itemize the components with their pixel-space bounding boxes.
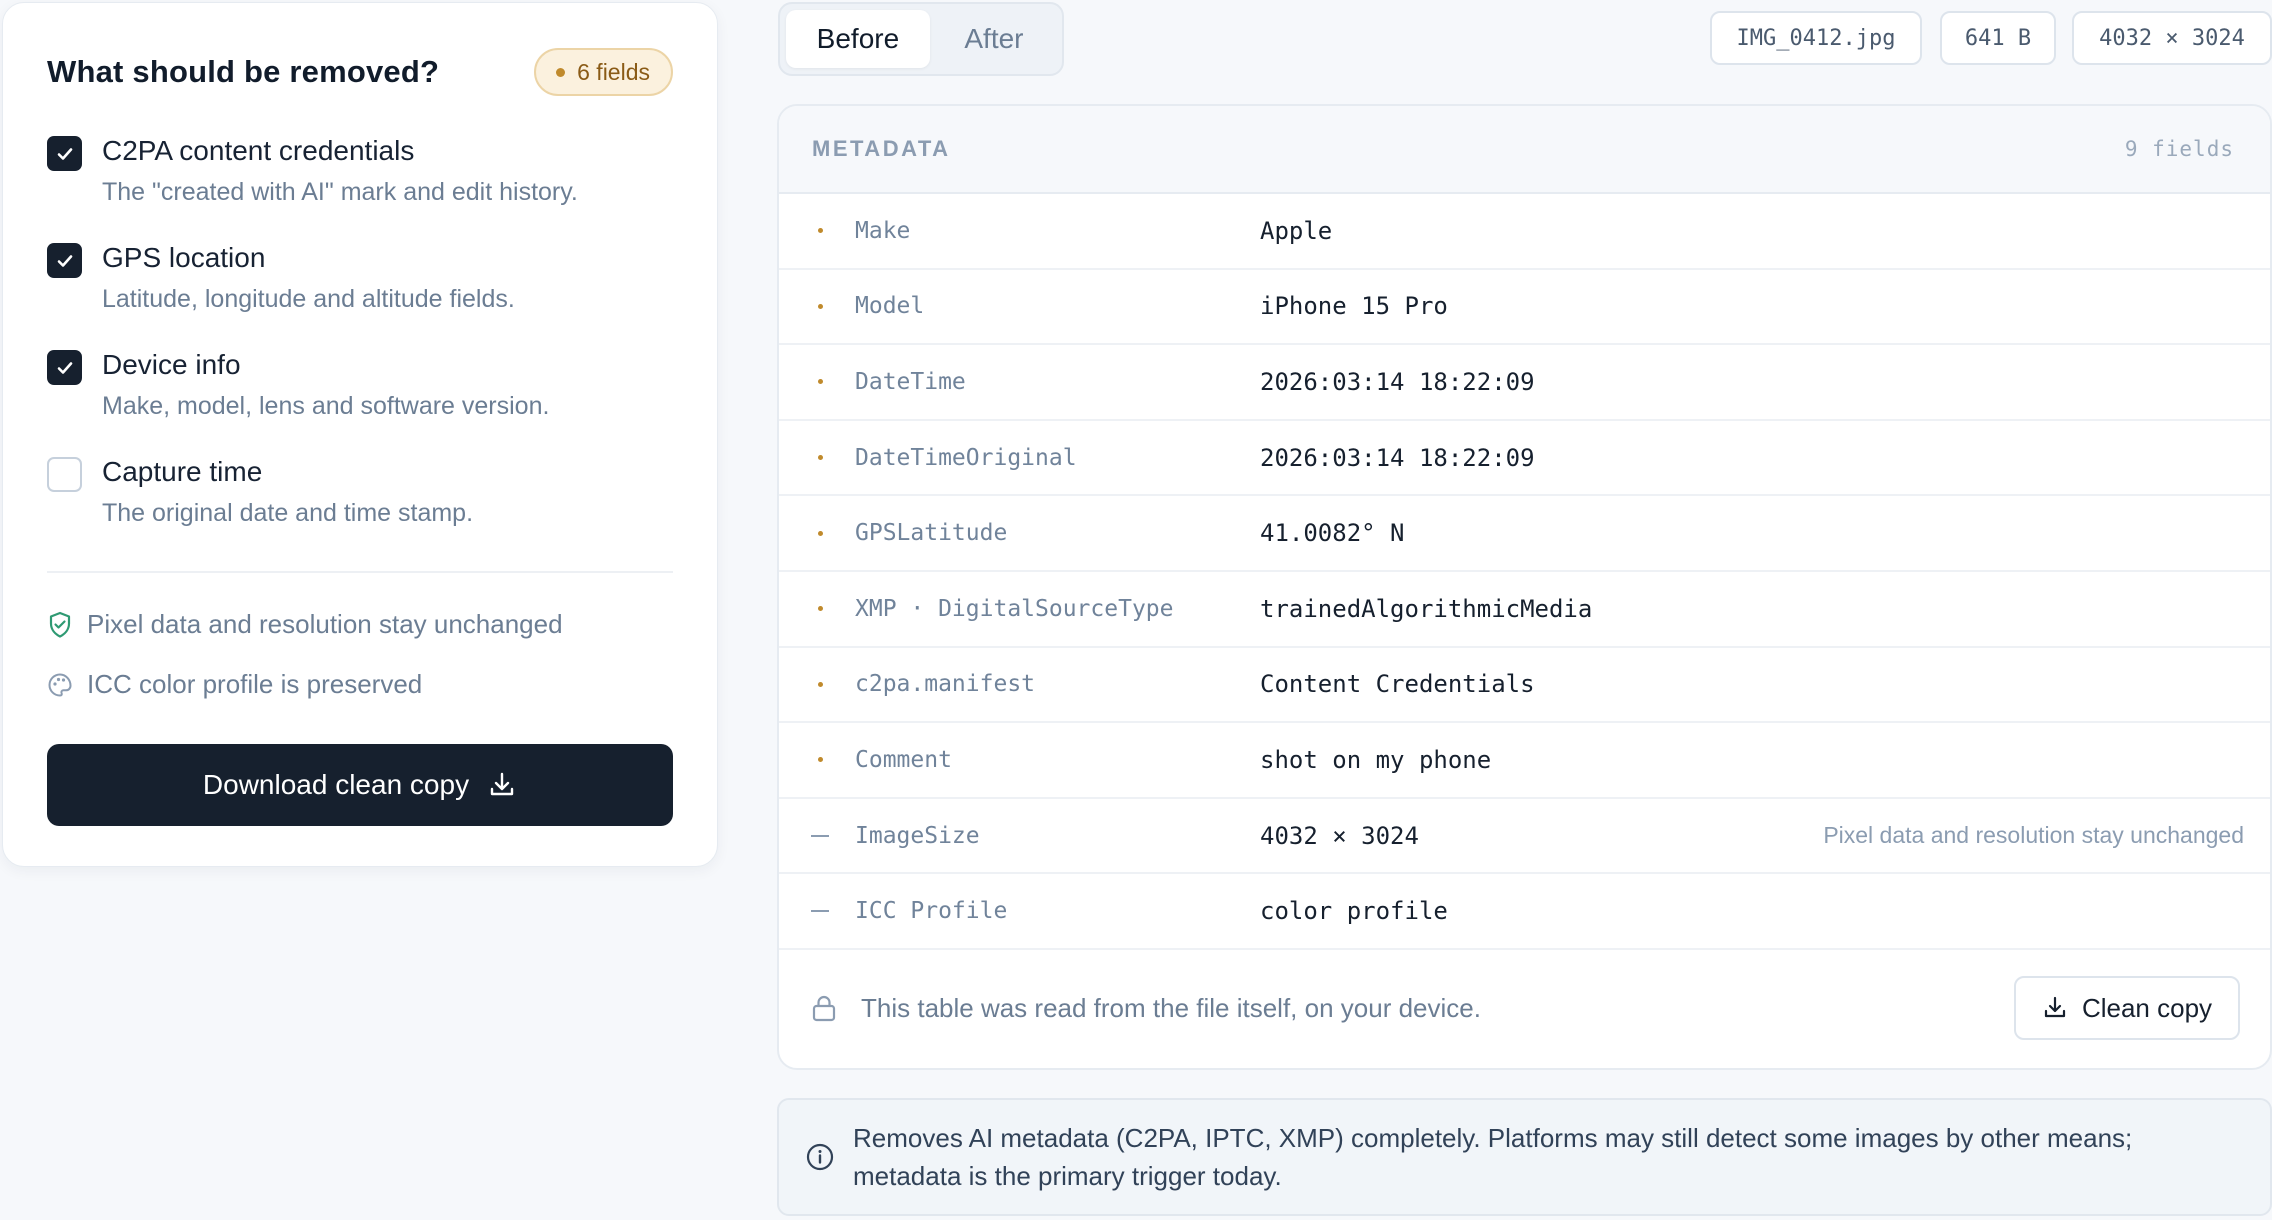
file-size-chip: 641 B [1940, 11, 2056, 65]
option-label: Capture time [102, 456, 263, 487]
metadata-key: GPSLatitude [855, 520, 1008, 547]
removed-dot-icon [809, 606, 831, 612]
info-text: Removes AI metadata (C2PA, IPTC, XMP) co… [853, 1123, 2133, 1191]
divider [47, 571, 673, 573]
note-text: Pixel data and resolution stay unchanged [87, 609, 563, 639]
metadata-footer: This table was read from the file itself… [779, 944, 2270, 1068]
metadata-key: c2pa.manifest [855, 671, 1036, 698]
option-label: C2PA content credentials [102, 135, 415, 166]
removal-options-panel: What should be removed? 6 fields C2PA co… [2, 2, 718, 867]
download-icon [490, 772, 514, 796]
metadata-value: color profile [1260, 897, 1448, 926]
checkbox-capture-time[interactable] [47, 457, 82, 492]
file-dimensions-chip: 4032 × 3024 [2072, 11, 2272, 65]
metadata-value: trainedAlgorithmicMedia [1260, 594, 1593, 623]
metadata-key: Make [855, 217, 911, 244]
note-icc: ICC color profile is preserved [47, 669, 422, 700]
table-row: DateTime 2026:03:14 18:22:09 [779, 345, 2270, 421]
removed-dot-icon [809, 379, 831, 385]
table-row: ICC Profile color profile [779, 874, 2270, 950]
metadata-value: Content Credentials [1260, 670, 1535, 699]
lock-icon [812, 995, 836, 1022]
metadata-key: XMP · DigitalSourceType [855, 595, 1174, 622]
table-row: DateTimeOriginal 2026:03:14 18:22:09 [779, 421, 2270, 497]
metadata-header: METADATA 9 fields [779, 106, 2270, 194]
metadata-key: DateTimeOriginal [855, 444, 1077, 471]
download-clean-copy-button[interactable]: Download clean copy [47, 744, 673, 826]
removed-dot-icon [809, 455, 831, 461]
checkmark-icon [57, 147, 72, 160]
metadata-key: DateTime [855, 368, 966, 395]
option-label: Device info [102, 349, 241, 380]
metadata-key: ICC Profile [855, 898, 1008, 925]
shield-check-icon [49, 611, 71, 638]
file-name-chip: IMG_0412.jpg [1710, 11, 1922, 65]
option-description: Make, model, lens and software version. [102, 392, 550, 420]
info-icon [806, 1143, 834, 1171]
table-row: Make Apple [779, 194, 2270, 270]
note-pixels: Pixel data and resolution stay unchanged [47, 609, 563, 640]
download-button-label: Download clean copy [202, 769, 470, 800]
download-icon [2044, 996, 2066, 1018]
metadata-note: Pixel data and resolution stay unchanged [1823, 822, 2244, 849]
table-row: Comment shot on my phone [779, 723, 2270, 799]
removed-dot-icon [809, 530, 831, 536]
badge-label: 6 fields [577, 58, 650, 85]
fields-count-badge: 6 fields [534, 48, 673, 96]
table-row: GPSLatitude 41.0082° N [779, 496, 2270, 572]
metadata-title: METADATA [812, 136, 951, 161]
removed-dot-icon [809, 228, 831, 234]
option-c2pa[interactable]: C2PA content credentials The "created wi… [47, 131, 673, 238]
palette-icon [48, 672, 72, 697]
kept-dash-icon [809, 910, 831, 913]
table-row: XMP · DigitalSourceType trainedAlgorithmi… [779, 572, 2270, 648]
option-list: C2PA content credentials The "created wi… [47, 131, 673, 559]
panel-header: What should be removed? 6 fields [47, 47, 673, 97]
tab-before[interactable]: Before [786, 10, 930, 68]
checkbox-device[interactable] [47, 350, 82, 385]
option-gps[interactable]: GPS location Latitude, longitude and alt… [47, 238, 673, 345]
metadata-value: 41.0082° N [1260, 519, 1405, 548]
metadata-key: Comment [855, 746, 952, 773]
metadata-value: shot on my phone [1260, 745, 1492, 774]
before-after-toggle: Before After [778, 2, 1064, 76]
metadata-key: Model [855, 293, 925, 320]
metadata-value: 4032 × 3024 [1260, 821, 1419, 850]
tab-after[interactable]: After [932, 10, 1056, 68]
checkmark-icon [57, 254, 72, 267]
panel-title: What should be removed? [47, 54, 440, 89]
removed-dot-icon [809, 681, 831, 687]
option-description: The original date and time stamp. [102, 499, 474, 527]
option-description: Latitude, longitude and altitude fields. [102, 285, 515, 313]
checkbox-c2pa[interactable] [47, 136, 82, 171]
table-row: ImageSize 4032 × 3024 Pixel data and resol… [779, 799, 2270, 875]
metadata-value: iPhone 15 Pro [1260, 292, 1448, 321]
option-label: GPS location [102, 242, 266, 273]
kept-dash-icon [809, 834, 831, 837]
metadata-table: Make Apple Model iPhone 15 Pro DateTime 2026:… [779, 194, 2270, 950]
option-description: The "created with AI" mark and edit hist… [102, 178, 578, 206]
clean-copy-button[interactable]: Clean copy [2014, 976, 2240, 1040]
metadata-value: Apple [1260, 216, 1333, 245]
table-row: c2pa.manifest Content Credentials [779, 648, 2270, 724]
option-capture-time[interactable]: Capture time The original date and time … [47, 452, 673, 559]
removed-dot-icon [809, 303, 831, 309]
note-text: ICC color profile is preserved [87, 669, 423, 699]
metadata-card: METADATA 9 fields Make Apple Model iPhone 1… [777, 104, 2272, 1070]
removed-dot-icon [809, 757, 831, 763]
metadata-value: 2026:03:14 18:22:09 [1260, 367, 1535, 396]
metadata-key: ImageSize [855, 822, 980, 849]
checkmark-icon [57, 361, 72, 374]
option-device[interactable]: Device info Make, model, lens and softwa… [47, 345, 673, 452]
metadata-field-count: 9 fields [2124, 137, 2234, 161]
badge-dot-icon [556, 67, 566, 77]
table-row: Model iPhone 15 Pro [779, 270, 2270, 346]
checkbox-gps[interactable] [47, 243, 82, 278]
footer-text: This table was read from the file itself… [861, 992, 1481, 1023]
clean-copy-label: Clean copy [2081, 992, 2213, 1023]
metadata-value: 2026:03:14 18:22:09 [1260, 443, 1535, 472]
info-banner: Removes AI metadata (C2PA, IPTC, XMP) co… [777, 1098, 2272, 1216]
